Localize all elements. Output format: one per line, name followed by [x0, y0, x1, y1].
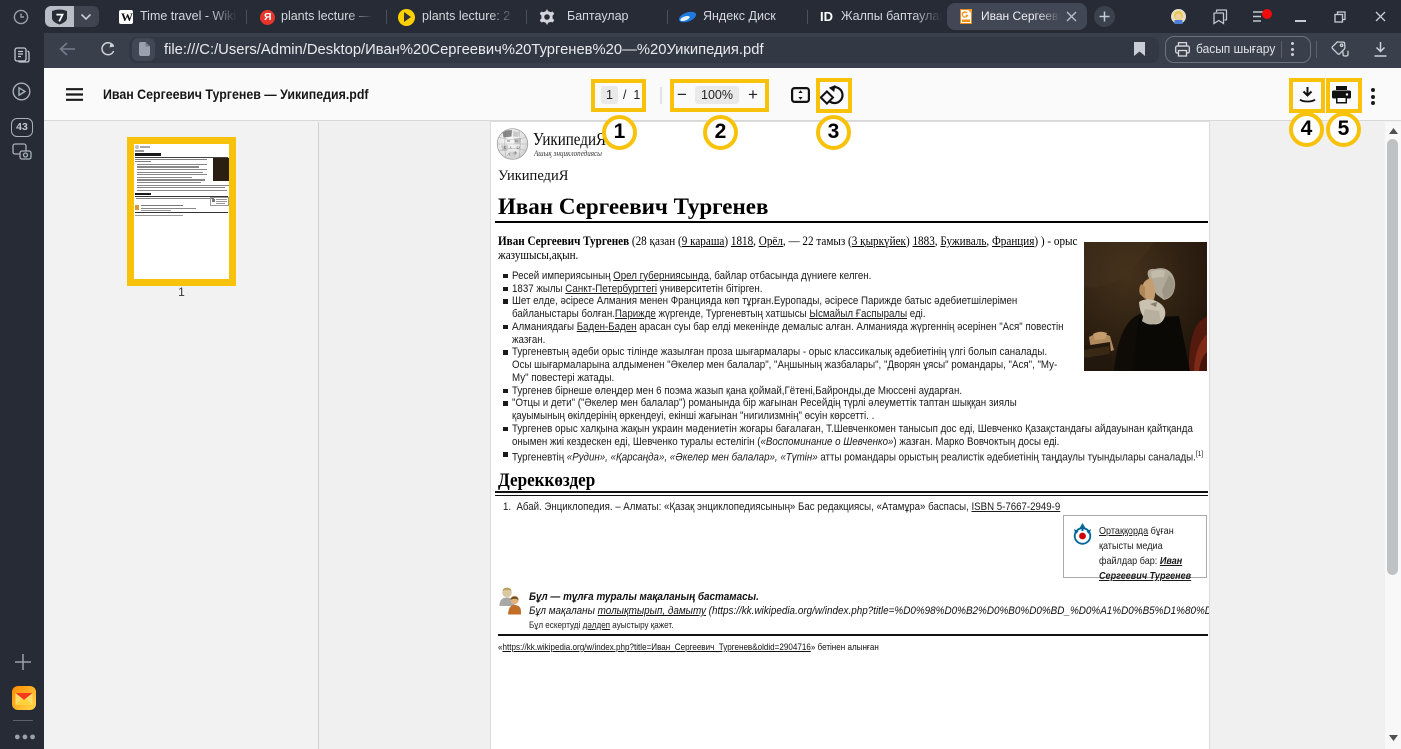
svg-text:Ф: Ф	[514, 151, 518, 156]
